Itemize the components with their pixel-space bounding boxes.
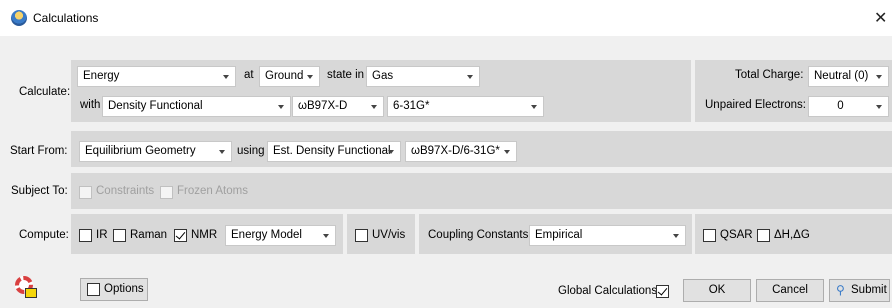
calculation-type-select[interactable]: Energy (77, 66, 236, 87)
global-calculations-label: Global Calculations (558, 285, 658, 297)
chevron-down-icon (307, 75, 313, 79)
options-button[interactable]: Options (80, 278, 148, 301)
ir-label: IR (96, 229, 108, 241)
qsar-checkbox[interactable] (703, 229, 716, 242)
global-calculations-checkbox[interactable] (656, 285, 669, 298)
raman-checkbox[interactable] (113, 229, 126, 242)
cancel-button[interactable]: Cancel (756, 279, 824, 302)
uvvis-checkbox[interactable] (355, 229, 368, 242)
nmr-checkbox[interactable] (174, 229, 187, 242)
help-tag-icon (25, 288, 37, 298)
functional-select[interactable]: ωB97X-D (292, 96, 384, 117)
coupling-constants-select[interactable]: Empirical (529, 225, 686, 246)
dh-dg-checkbox[interactable] (757, 229, 770, 242)
dh-dg-label: ΔH,ΔG (774, 229, 810, 241)
title-bar: Calculations ✕ (0, 0, 892, 36)
geometry-select[interactable]: Equilibrium Geometry (79, 141, 232, 162)
coupling-constants-label: Coupling Constants: (428, 229, 532, 241)
compute-label: Compute: (19, 229, 69, 241)
method-select[interactable]: Density Functional (102, 96, 291, 117)
constraints-label: Constraints (96, 185, 155, 197)
cancel-label: Cancel (772, 284, 808, 296)
chevron-down-icon (504, 150, 510, 154)
start-method-select[interactable]: Est. Density Functional (267, 141, 401, 162)
with-label: with (80, 99, 101, 111)
nmr-model-select[interactable]: Energy Model (225, 225, 336, 246)
basis-set-select[interactable]: 6-31G* (387, 96, 544, 117)
unpaired-electrons-label: Unpaired Electrons: (705, 99, 806, 111)
qsar-label: QSAR (720, 229, 753, 241)
ok-button[interactable]: OK (683, 279, 751, 302)
chevron-down-icon (531, 105, 537, 109)
start-from-label: Start From: (10, 145, 68, 157)
ok-label: OK (708, 284, 726, 296)
at-label: at (244, 69, 254, 81)
chevron-down-icon (278, 105, 284, 109)
constraints-checkbox[interactable] (79, 186, 92, 199)
nmr-label: NMR (191, 229, 218, 241)
raman-label: Raman (130, 229, 168, 241)
chevron-down-icon (673, 234, 679, 238)
submit-icon: ⚲ (836, 283, 845, 297)
submit-label: Submit (851, 284, 887, 296)
unpaired-electrons-select[interactable]: 0 (808, 96, 889, 117)
medium-select[interactable]: Gas (366, 66, 480, 87)
ir-checkbox[interactable] (79, 229, 92, 242)
total-charge-label: Total Charge: (735, 69, 804, 81)
chevron-down-icon (876, 105, 882, 109)
submit-button[interactable]: ⚲ Submit (829, 279, 890, 302)
chevron-down-icon (323, 234, 329, 238)
frozen-atoms-checkbox[interactable] (160, 186, 173, 199)
state-select[interactable]: Ground (259, 66, 320, 87)
chevron-down-icon (876, 75, 882, 79)
close-icon[interactable]: ✕ (874, 8, 887, 28)
calculate-label: Calculate: (19, 86, 71, 98)
app-icon (11, 10, 27, 26)
total-charge-select[interactable]: Neutral (0) (808, 66, 889, 87)
options-checkbox-icon (87, 283, 100, 296)
frozen-atoms-label: Frozen Atoms (177, 185, 248, 197)
window-title: Calculations (33, 11, 99, 25)
subject-to-label: Subject To: (11, 185, 68, 197)
uvvis-label: UV/vis (372, 229, 406, 241)
chevron-down-icon (223, 75, 229, 79)
options-label: Options (104, 283, 144, 295)
chevron-down-icon (371, 105, 377, 109)
start-level-select[interactable]: ωB97X-D/6-31G* (405, 141, 517, 162)
using-label: using (237, 145, 265, 157)
chevron-down-icon (388, 150, 394, 154)
chevron-down-icon (219, 150, 225, 154)
state-in-label: state in (327, 69, 365, 81)
chevron-down-icon (467, 75, 473, 79)
